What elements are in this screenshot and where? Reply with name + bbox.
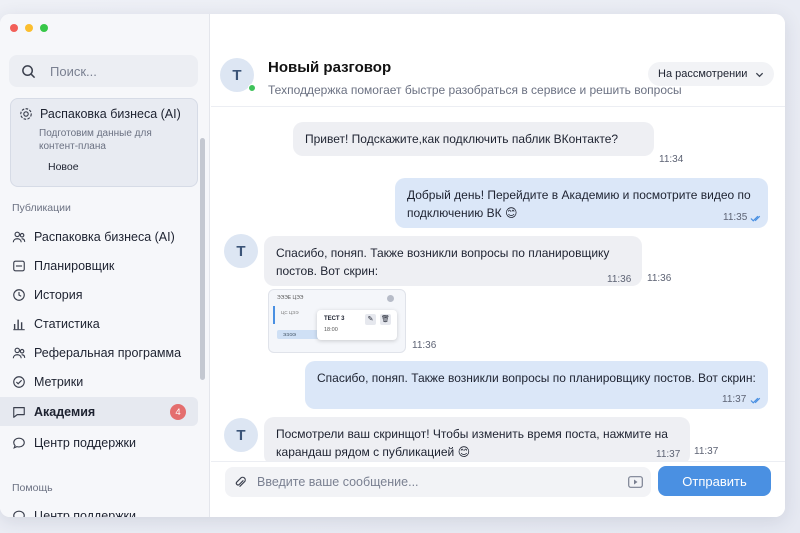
message-time: 11:35 — [723, 212, 748, 223]
publications-nav: Распаковка бизнеса (AI) Планировщик Исто… — [0, 222, 200, 396]
preview-tag: ЭЭЭЭ — [277, 330, 319, 339]
double-check-icon — [750, 215, 761, 222]
search-input[interactable]: Поиск... — [9, 55, 198, 87]
active-chat-title: Распаковка бизнеса (AI) — [40, 107, 181, 121]
minimize-window-button[interactable] — [25, 24, 33, 32]
message-text: Спасибо, поняп. Также возникли вопросы п… — [317, 371, 756, 385]
message-text: Добрый день! Перейдите в Академию и посм… — [407, 188, 751, 220]
avatar: T — [224, 234, 258, 268]
sidebar-item-history[interactable]: История — [0, 280, 200, 309]
video-icon[interactable] — [628, 476, 643, 488]
section-help: Помощь — [12, 482, 53, 494]
message-time: 11:37 — [722, 394, 747, 405]
section-publications: Публикации — [12, 202, 71, 214]
trash-icon: 🗑 — [380, 314, 391, 325]
message-time-outer: 11:36 — [647, 273, 672, 284]
help-nav: Центр поддержки — [0, 501, 200, 517]
users-icon — [12, 231, 26, 242]
active-chat-subtitle: Подготовим данные для контент-плана — [39, 128, 152, 152]
message-time: 11:34 — [659, 154, 684, 165]
gear-icon — [20, 108, 32, 120]
message-bubble: Посмотрели ваш скринщот! Чтобы изменить … — [264, 417, 690, 465]
chevron-down-icon — [756, 72, 764, 77]
page-title: Новый разговор — [268, 59, 392, 76]
preview-marker — [273, 306, 275, 324]
active-chat-status: Новое — [48, 161, 79, 173]
sidebar: Поиск... Распаковка бизнеса (AI) Подгото… — [0, 14, 210, 517]
users-icon — [12, 347, 26, 358]
avatar: T — [224, 418, 258, 452]
message-time: 11:36 — [607, 274, 632, 285]
active-chat-card[interactable]: Распаковка бизнеса (AI) Подготовим данны… — [10, 98, 198, 187]
sidebar-scrollbar[interactable] — [200, 138, 205, 380]
sidebar-item-academy[interactable]: Академия 4 — [0, 397, 198, 426]
preview-card: ТЕСТ 3 18:00 ✎ 🗑 — [317, 310, 397, 340]
message-time: 11:37 — [656, 449, 681, 460]
preview-header: ЭЭЭЕ ЦЭЭ — [277, 295, 304, 301]
sidebar-item-label: История — [34, 287, 83, 302]
message-input-box[interactable] — [225, 467, 651, 497]
status-dropdown[interactable]: На рассмотрении — [648, 62, 775, 86]
sidebar-item-label: Академия — [34, 404, 96, 419]
sidebar-item-label: Метрики — [34, 374, 84, 389]
sidebar-item-metrics[interactable]: Метрики — [0, 367, 200, 396]
academy-nav: Академия 4 Центр поддержки — [0, 397, 200, 457]
clock-icon — [13, 288, 25, 301]
status-dropdown-value: На рассмотрении — [658, 68, 748, 80]
sidebar-item-label: Реферальная программа — [34, 345, 182, 360]
message-time-outer: 11:37 — [694, 446, 719, 457]
calendar-icon — [13, 260, 25, 271]
sidebar-item-help-support[interactable]: Центр поддержки — [0, 501, 200, 517]
message-input[interactable] — [257, 475, 607, 489]
message-text: Посмотрели ваш скринщот! Чтобы изменить … — [276, 427, 668, 459]
sidebar-item-business[interactable]: Распаковка бизнеса (AI) — [0, 222, 200, 251]
search-placeholder: Поиск... — [50, 63, 97, 79]
sidebar-item-stats[interactable]: Статистика — [0, 309, 200, 338]
preview-dot — [387, 295, 394, 302]
support-chat-icon — [13, 510, 25, 517]
message-text: Привет! Подскажите,как подключить паблик… — [305, 132, 619, 146]
sidebar-item-label: Статистика — [34, 316, 100, 331]
close-window-button[interactable] — [10, 24, 18, 32]
chat-header: T Новый разговор Техподдержка помогает б… — [211, 14, 785, 107]
app-window: Поиск... Распаковка бизнеса (AI) Подгото… — [0, 14, 785, 517]
double-check-icon — [750, 397, 761, 404]
check-circle-icon — [13, 375, 25, 388]
unread-count-badge: 4 — [170, 404, 186, 420]
preview-card-time: 18:00 — [324, 327, 338, 333]
sidebar-item-planner[interactable]: Планировщик — [0, 251, 200, 280]
send-button[interactable]: Отправить — [658, 466, 771, 496]
sidebar-item-label: Распаковка бизнеса (AI) — [34, 229, 175, 244]
sidebar-item-label: Планировщик — [34, 258, 115, 273]
preview-left-item: ЦС ЦЭЭ — [281, 310, 299, 315]
message-list: Привет! Подскажите,как подключить паблик… — [211, 108, 785, 465]
message-text: Спасибо, поняп. Также возникли вопросы п… — [276, 246, 610, 278]
message-composer: Отправить — [211, 461, 785, 517]
message-bubble: Привет! Подскажите,как подключить паблик… — [293, 122, 654, 156]
message-bubble: Добрый день! Перейдите в Академию и посм… — [395, 178, 768, 228]
attachment-image[interactable]: ЭЭЭЕ ЦЭЭ ЦС ЦЭЭ ЭЭЭЭ ТЕСТ 3 18:00 ✎ 🗑 — [268, 289, 406, 353]
pencil-icon: ✎ — [365, 314, 376, 325]
sidebar-item-label: Центр поддержки — [34, 508, 137, 518]
page-subtitle: Техподдержка помогает быстре разобраться… — [268, 83, 682, 97]
sidebar-item-label: Центр поддержки — [34, 435, 137, 450]
message-bubble: Спасибо, поняп. Также возникли вопросы п… — [305, 361, 768, 409]
maximize-window-button[interactable] — [40, 24, 48, 32]
paperclip-icon[interactable] — [233, 475, 247, 489]
chat-bubble-icon — [13, 406, 25, 418]
online-status-dot — [248, 84, 256, 92]
sidebar-item-referral[interactable]: Реферальная программа — [0, 338, 200, 367]
support-chat-icon — [13, 437, 25, 449]
window-controls — [10, 24, 48, 32]
search-icon — [22, 64, 36, 78]
bar-chart-icon — [13, 319, 25, 330]
message-time: 11:36 — [412, 340, 437, 351]
sidebar-item-support[interactable]: Центр поддержки — [0, 428, 200, 457]
message-bubble: Спасибо, поняп. Также возникли вопросы п… — [264, 236, 642, 286]
preview-card-title: ТЕСТ 3 — [324, 316, 345, 322]
